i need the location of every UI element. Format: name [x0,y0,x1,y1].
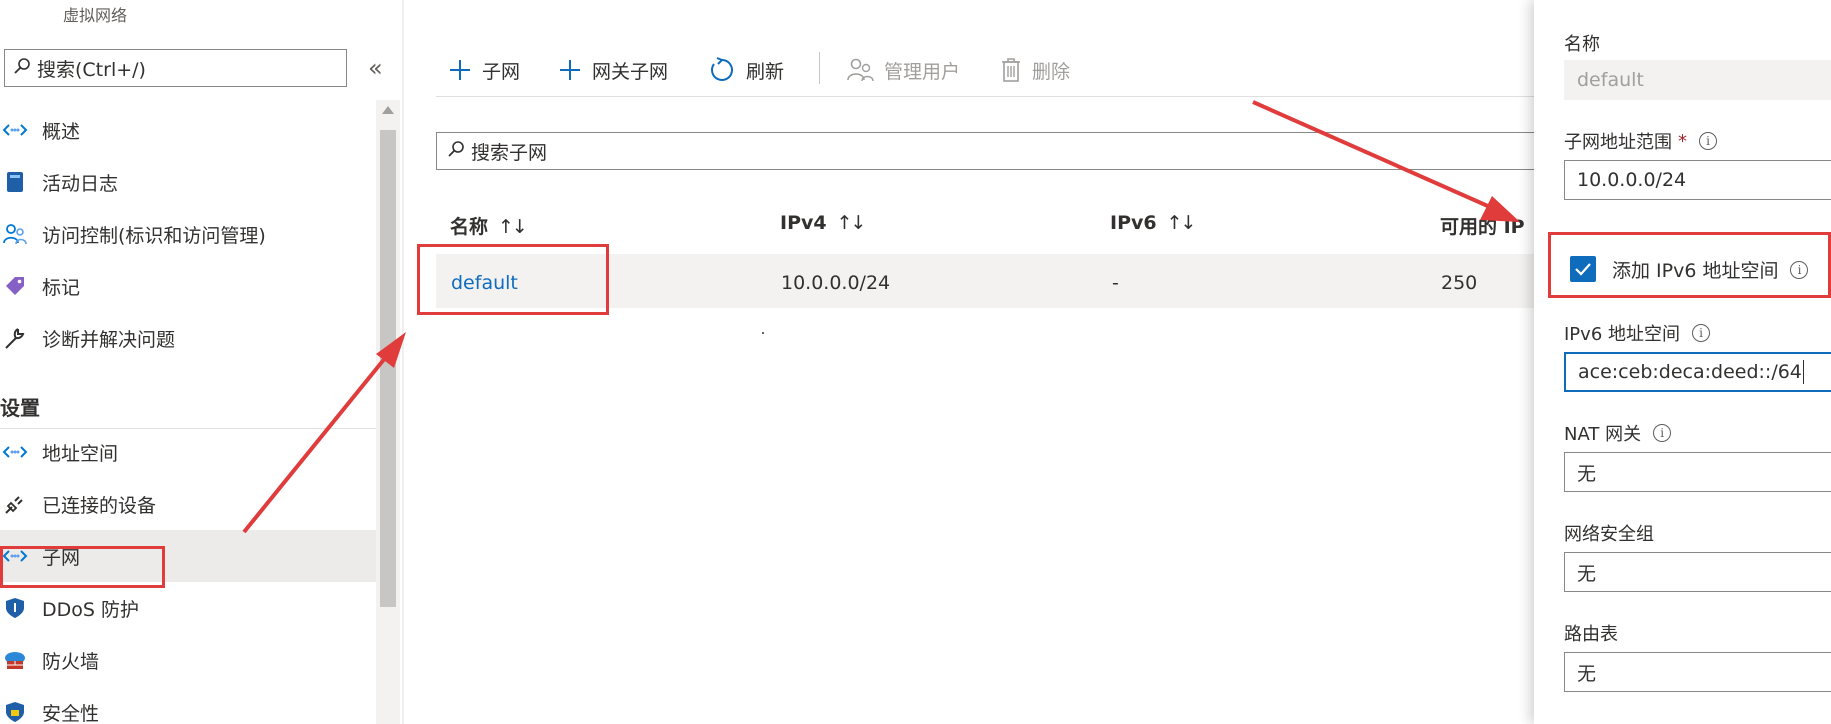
annotation-arrows [242,100,1520,534]
arrow-to-ipv6-checkbox [1252,100,1491,209]
arrow-to-default-row [242,350,392,534]
page: 虚拟网络 搜索(Ctrl+/) « 概述 活动日志 访问控制(标识和访问管理) [0,0,1831,724]
arrow-head-icon [1480,196,1520,222]
